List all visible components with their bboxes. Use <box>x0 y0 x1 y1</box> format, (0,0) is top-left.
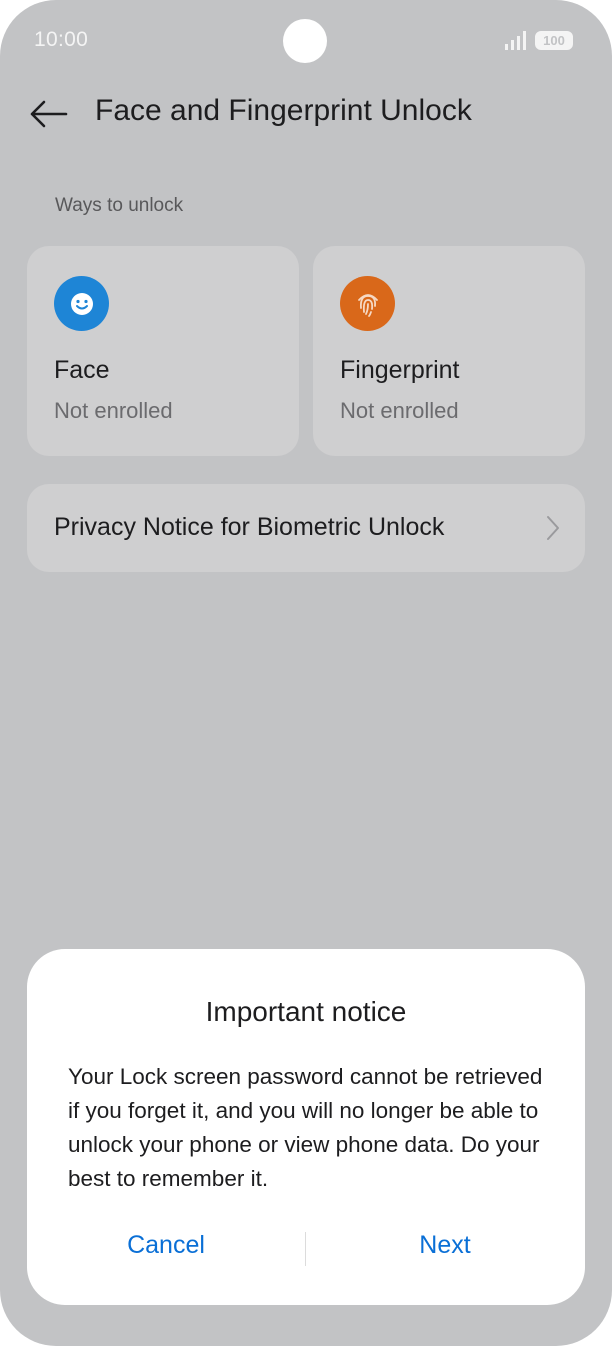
section-label: Ways to unlock <box>55 195 184 216</box>
privacy-notice-label: Privacy Notice for Biometric Unlock <box>54 513 445 541</box>
cancel-button[interactable]: Cancel <box>51 1221 281 1269</box>
fingerprint-card-status: Not enrolled <box>340 398 459 423</box>
chevron-right-icon <box>547 516 559 540</box>
fingerprint-icon <box>340 276 395 331</box>
back-arrow-icon <box>30 100 68 128</box>
status-time: 10:00 <box>34 28 89 51</box>
dialog-message: Your Lock screen password cannot be retr… <box>68 1064 543 1191</box>
privacy-notice-row[interactable]: Privacy Notice for Biometric Unlock <box>27 484 585 572</box>
fingerprint-unlock-card[interactable]: Fingerprint Not enrolled <box>313 246 585 456</box>
important-notice-dialog: Important notice Your Lock screen passwo… <box>27 949 585 1305</box>
button-divider <box>305 1232 306 1266</box>
back-button[interactable] <box>26 92 70 136</box>
phone-screen: 10:00 100 Face and Fingerprint Unlock Wa… <box>0 0 612 1346</box>
camera-cutout <box>283 19 327 63</box>
battery-level: 100 <box>543 33 565 48</box>
fingerprint-card-title: Fingerprint <box>340 356 460 384</box>
page-title: Face and Fingerprint Unlock <box>95 94 472 127</box>
face-card-status: Not enrolled <box>54 398 173 423</box>
face-unlock-card[interactable]: Face Not enrolled <box>27 246 299 456</box>
face-smile-icon <box>54 276 109 331</box>
signal-icon <box>505 31 526 50</box>
dialog-title: Important notice <box>205 996 407 1027</box>
face-card-title: Face <box>54 356 110 384</box>
battery-icon: 100 <box>535 31 573 50</box>
next-button[interactable]: Next <box>330 1221 560 1269</box>
